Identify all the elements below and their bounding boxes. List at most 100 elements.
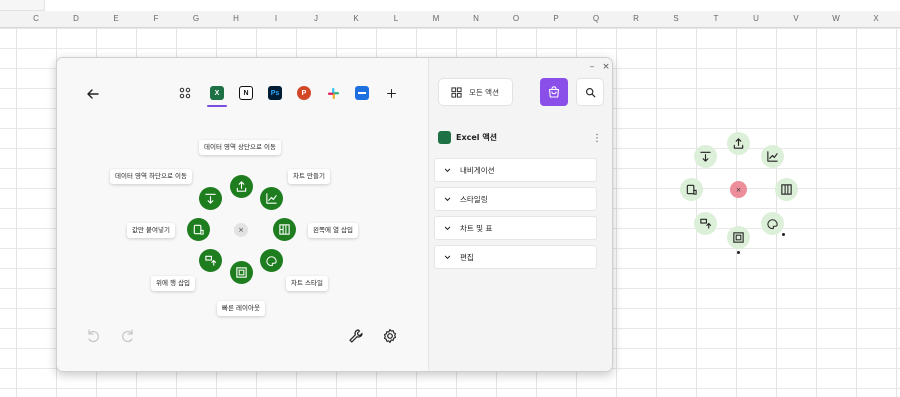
column-header-cell[interactable]: V [776, 14, 816, 23]
move-down-icon[interactable] [199, 187, 222, 210]
settings-gear-icon[interactable] [382, 328, 398, 344]
column-header-cell[interactable]: D [56, 14, 96, 23]
accordion-editing[interactable]: 편집 [434, 245, 597, 269]
notion-icon[interactable]: N [237, 84, 255, 102]
column-header-cell[interactable]: C [16, 14, 56, 23]
column-header-cell[interactable]: I [256, 14, 296, 23]
column-header-row: CDEFGHIJKLMNOPQRSTUVWX [0, 11, 900, 28]
radial-center-close-icon[interactable]: × [234, 223, 248, 237]
column-header-cell[interactable]: T [696, 14, 736, 23]
app-blue-logo [355, 86, 369, 100]
label-move-bottom: 데이터 영역 하단으로 이동 [110, 169, 192, 184]
accordion-label: 스타일링 [460, 194, 488, 204]
insert-row-above-icon[interactable] [199, 249, 222, 272]
float-insert-column-icon[interactable] [775, 178, 798, 201]
photoshop-icon[interactable]: Ps [266, 84, 284, 102]
label-quick-layout: 빠른 레이아웃 [217, 301, 265, 316]
shopping-bag-icon [548, 86, 560, 98]
label-paste-values: 값만 붙여넣기 [127, 223, 175, 238]
label-insert-column-left: 왼쪽에 열 삽입 [308, 223, 359, 238]
actions-pane: – × 모든 액션 Excel 액션 ⋮ 내비게이션 스타일링 차트 및 표 편… [428, 58, 612, 371]
column-header-cell[interactable]: R [616, 14, 656, 23]
app-window: X N Ps P 데이터 영역 상단으로 이동 데이터 영역 하단으로 이동 차… [56, 57, 613, 372]
chevron-down-icon [444, 197, 451, 201]
app-blue-icon[interactable] [353, 84, 371, 102]
search-button[interactable] [576, 78, 604, 106]
accordion-charts-tables[interactable]: 차트 및 표 [434, 216, 597, 240]
float-indicator-dot [737, 251, 740, 254]
chart-line-icon[interactable] [260, 187, 283, 210]
formula-input[interactable] [44, 0, 900, 11]
column-header-cell[interactable]: L [376, 14, 416, 23]
all-actions-button[interactable]: 모든 액션 [438, 78, 513, 106]
photoshop-logo: Ps [268, 86, 282, 100]
column-header-cell[interactable]: K [336, 14, 376, 23]
float-quick-layout-icon[interactable] [727, 226, 750, 249]
column-header-cell[interactable]: W [816, 14, 856, 23]
accordion-navigation[interactable]: 내비게이션 [434, 158, 597, 182]
column-header-cell[interactable]: O [496, 14, 536, 23]
quick-layout-icon[interactable] [230, 261, 253, 284]
search-icon [585, 87, 595, 97]
redo-icon[interactable] [120, 328, 136, 344]
active-tab-indicator [207, 105, 227, 107]
excel-icon[interactable]: X [208, 84, 226, 102]
column-header-cell[interactable]: M [416, 14, 456, 23]
column-header-cell[interactable]: S [656, 14, 696, 23]
accordion-label: 내비게이션 [460, 165, 495, 175]
float-indicator-dot [782, 233, 785, 236]
shopping-bag-button[interactable] [540, 78, 568, 106]
back-arrow-icon[interactable] [85, 86, 101, 102]
grid-apps-icon[interactable] [176, 84, 194, 102]
float-palette-icon[interactable] [761, 212, 784, 235]
float-upload-icon[interactable] [727, 132, 750, 155]
column-header-cell[interactable]: P [536, 14, 576, 23]
minimize-button[interactable]: – [586, 61, 598, 73]
accordion-styling[interactable]: 스타일링 [434, 187, 597, 211]
accordion-label: 편집 [460, 252, 474, 262]
palette-icon[interactable] [260, 249, 283, 272]
chevron-down-icon [444, 226, 451, 230]
accordion-label: 차트 및 표 [460, 223, 493, 233]
column-header-cell[interactable]: E [96, 14, 136, 23]
float-paste-icon[interactable] [680, 178, 703, 201]
column-header-cell[interactable]: F [136, 14, 176, 23]
label-chart-style: 차트 스타일 [286, 276, 328, 291]
column-header-cell[interactable]: X [856, 14, 896, 23]
column-header-cell[interactable]: U [736, 14, 776, 23]
float-center-close-icon[interactable]: × [730, 181, 747, 198]
add-app-icon[interactable] [382, 84, 400, 102]
excel-section-icon [438, 131, 451, 144]
label-insert-row-above: 위에 행 삽입 [151, 276, 196, 291]
excel-logo: X [210, 86, 224, 100]
column-header-cell[interactable]: Q [576, 14, 616, 23]
formula-bar [0, 0, 900, 11]
column-header-cell[interactable]: H [216, 14, 256, 23]
close-window-button[interactable]: × [600, 61, 612, 73]
powerpoint-logo: P [297, 86, 311, 100]
chevron-down-icon [444, 255, 451, 259]
column-header-cell[interactable]: N [456, 14, 496, 23]
label-move-top: 데이터 영역 상단으로 이동 [199, 140, 281, 155]
float-move-down-icon[interactable] [694, 145, 717, 168]
all-actions-label: 모든 액션 [469, 87, 499, 97]
column-header-cell[interactable]: J [296, 14, 336, 23]
insert-column-icon[interactable] [273, 218, 296, 241]
more-options-icon[interactable]: ⋮ [592, 133, 602, 145]
slack-icon[interactable] [324, 84, 342, 102]
wrench-icon[interactable] [348, 328, 364, 344]
column-header-cell[interactable]: G [176, 14, 216, 23]
paste-icon[interactable] [187, 218, 210, 241]
chevron-down-icon [444, 168, 451, 172]
powerpoint-icon[interactable]: P [295, 84, 313, 102]
upload-icon[interactable] [230, 175, 253, 198]
float-chart-line-icon[interactable] [761, 145, 784, 168]
float-insert-row-icon[interactable] [694, 212, 717, 235]
section-title-text: Excel 액션 [456, 133, 498, 142]
radial-editor-pane: X N Ps P 데이터 영역 상단으로 이동 데이터 영역 하단으로 이동 차… [57, 58, 428, 371]
excel-actions-header: Excel 액션 [438, 131, 497, 144]
notion-logo: N [239, 86, 253, 100]
label-create-chart: 차트 만들기 [288, 169, 330, 184]
grid-icon [451, 86, 462, 98]
undo-icon[interactable] [85, 328, 101, 344]
